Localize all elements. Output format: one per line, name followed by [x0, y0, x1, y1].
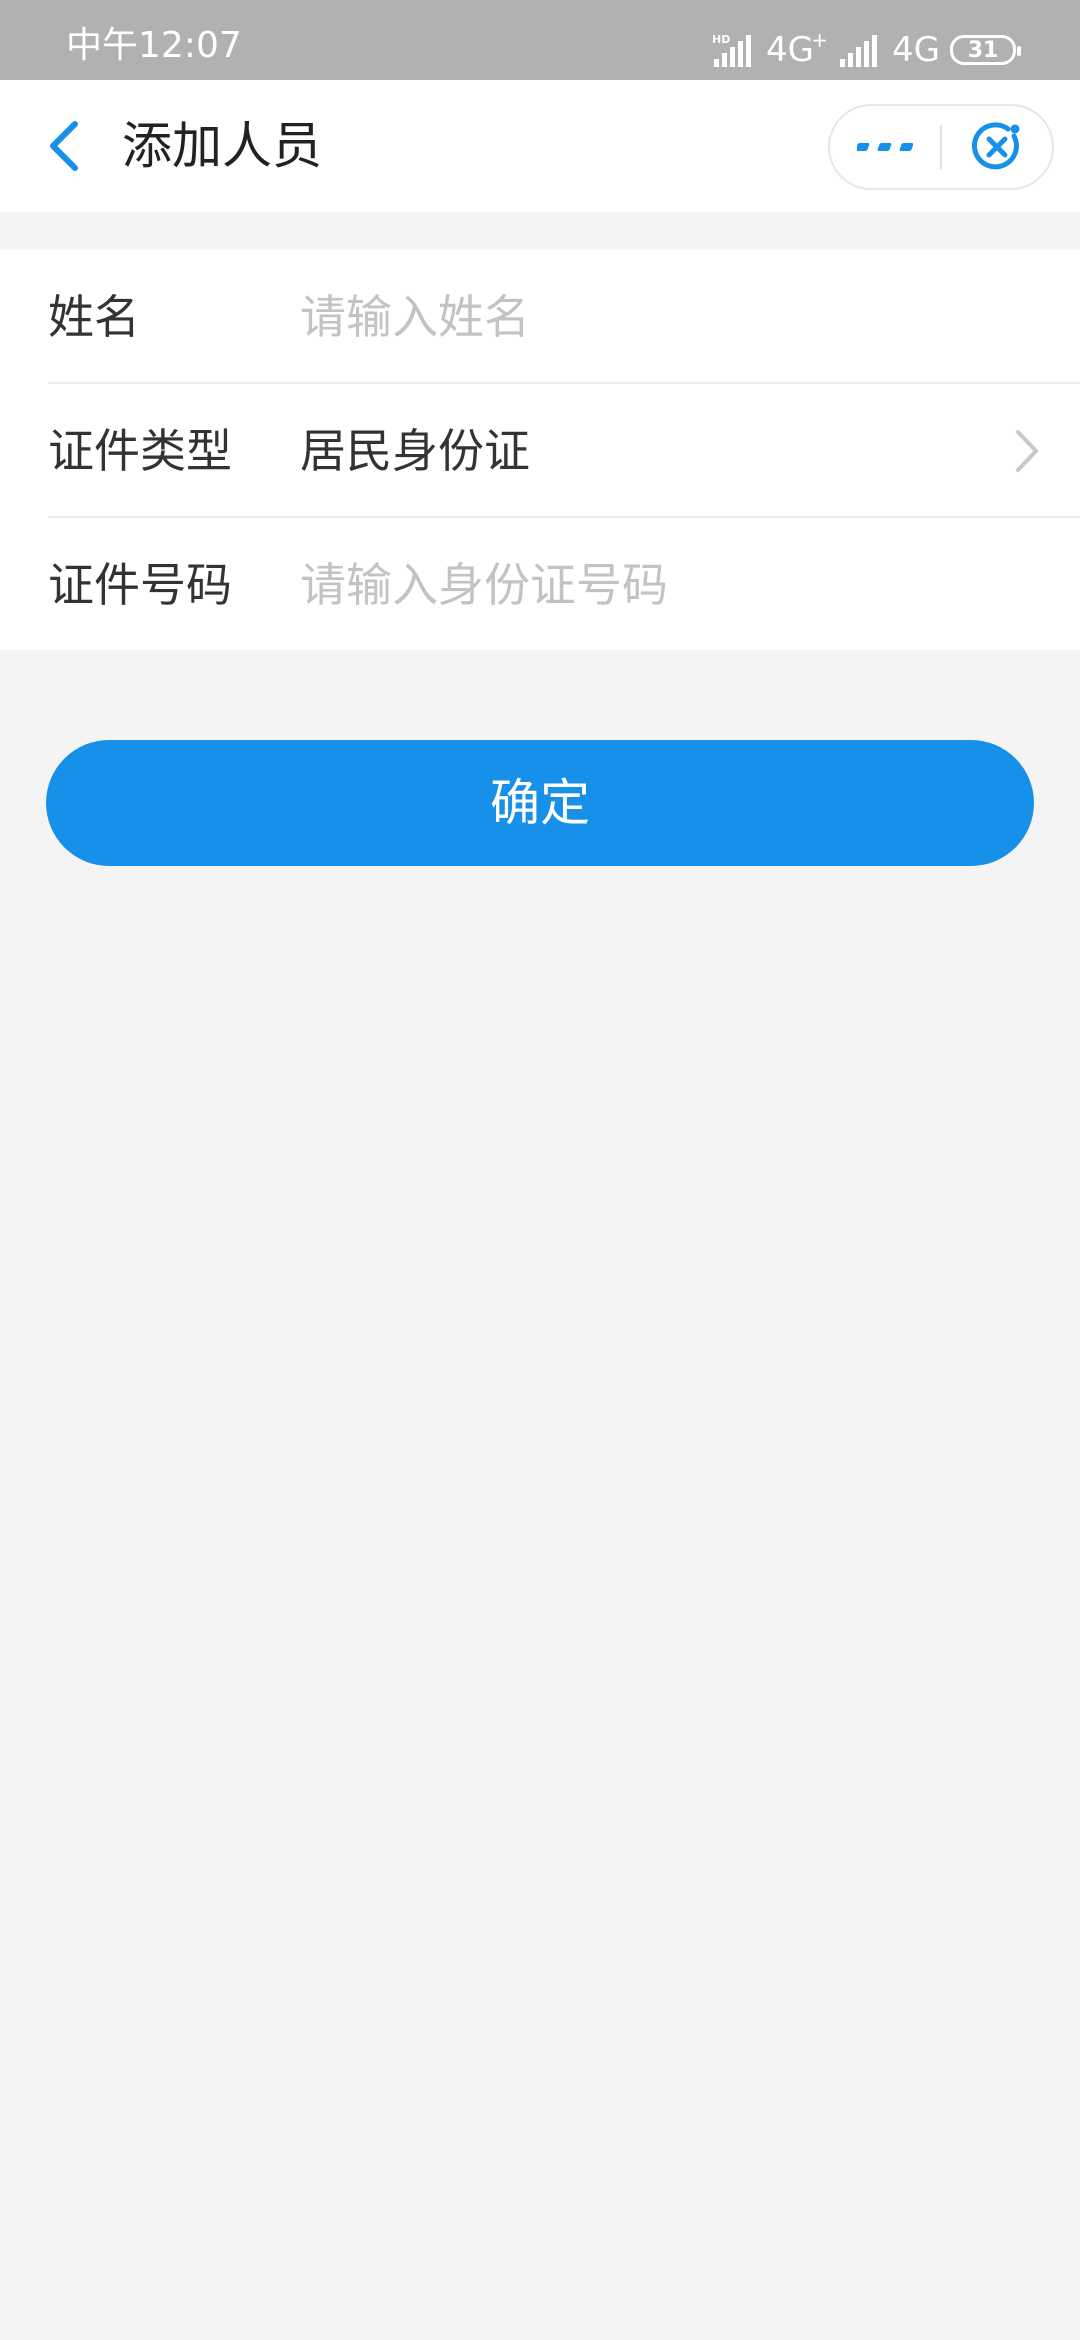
navigation-bar: 添加人员 [0, 80, 1080, 212]
back-button[interactable] [30, 110, 100, 182]
name-field-wrap [300, 290, 1000, 344]
id-number-label: 证件号码 [48, 558, 232, 612]
network-label-2: 4G [892, 30, 940, 70]
signal-hd-icon: HD [712, 33, 752, 67]
mini-program-capsule [828, 104, 1054, 190]
person-form: 姓名 证件类型 居民身份证 证件号码 [0, 250, 1080, 650]
id-number-field-wrap [300, 558, 1000, 612]
id-type-row[interactable]: 证件类型 居民身份证 [48, 384, 1080, 518]
chevron-right-icon [1016, 430, 1038, 472]
id-type-value: 居民身份证 [300, 424, 530, 478]
close-button[interactable] [942, 106, 1052, 188]
status-time: 中午12:07 [66, 25, 242, 66]
signal-icon [840, 35, 878, 67]
network-label-1: 4G + [766, 28, 829, 70]
id-number-input[interactable] [300, 558, 1000, 612]
name-row: 姓名 [48, 250, 1080, 384]
id-type-label: 证件类型 [48, 424, 232, 478]
page-title: 添加人员 [122, 117, 322, 175]
confirm-button[interactable]: 确定 [46, 740, 1034, 866]
more-button[interactable] [830, 106, 940, 188]
battery-level: 31 [967, 37, 999, 63]
name-label: 姓名 [48, 290, 140, 344]
more-dots-icon [857, 143, 913, 151]
hd-label: HD [712, 33, 730, 46]
chevron-left-icon [50, 121, 78, 171]
battery-icon: 31 [950, 35, 1021, 65]
name-input[interactable] [300, 290, 1000, 344]
status-bar: 中午12:07 HD 4G + 4G 31 [0, 0, 1080, 80]
close-circle-icon [972, 122, 1020, 170]
id-number-row: 证件号码 [48, 518, 1080, 652]
status-indicators: HD 4G + 4G 31 [712, 28, 1021, 70]
